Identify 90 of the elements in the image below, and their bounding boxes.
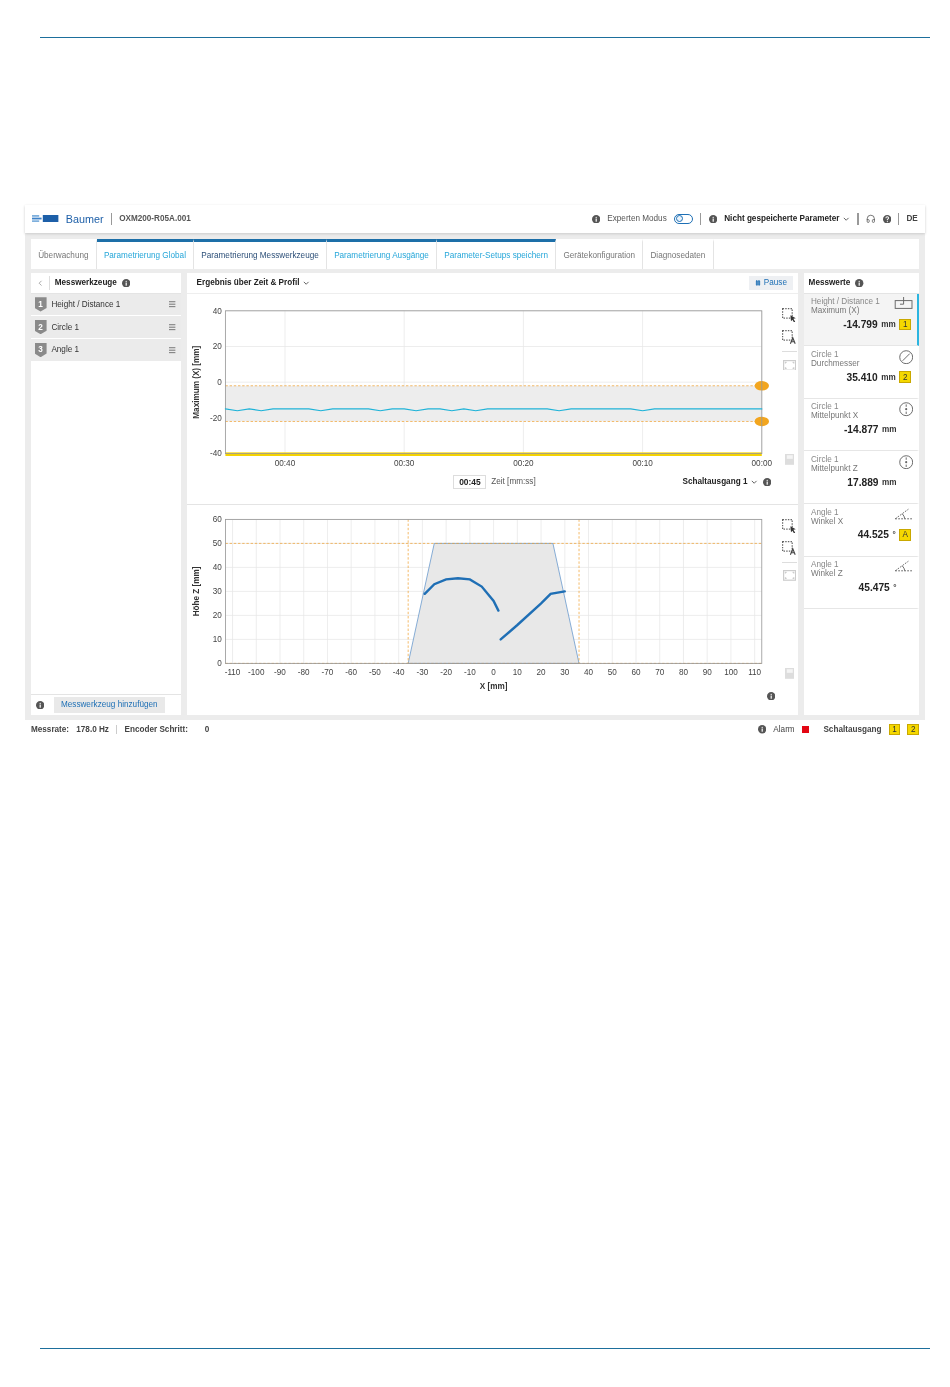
expert-mode-label: Experten Modus <box>607 214 667 224</box>
axis-label: Maximum (X) [mm] <box>192 345 201 419</box>
axis-tick-label: -40 <box>392 667 405 677</box>
axis-tick-label: -40 <box>210 448 222 458</box>
axis-tick-label: 00:40 <box>274 458 296 468</box>
rate-value: 178.0 Hz <box>76 724 109 734</box>
output-badge: 1 <box>888 723 901 736</box>
axis-tick-label: 0 <box>491 667 496 677</box>
unit: mm <box>881 320 896 330</box>
time-value: 00:45 <box>453 474 487 490</box>
measured-value: 44.525 <box>857 529 889 541</box>
panel-title: Messwerte <box>808 278 851 288</box>
axis-tick-label: 00:20 <box>513 458 534 468</box>
axis-tick-label: 110 <box>748 667 762 677</box>
tool-name: Height / Distance 1 <box>51 299 121 309</box>
measured-value: -14.799 <box>843 319 878 331</box>
output-badge: 2 <box>907 723 919 736</box>
axis-tick-label: 30 <box>212 586 222 596</box>
axis-tick-label: 80 <box>678 667 688 677</box>
axis-tick-label: -100 <box>248 667 265 677</box>
measure-name: Mittelpunkt X <box>811 411 859 421</box>
axis-label: Zeit [mm:ss] <box>491 477 536 487</box>
axis-tick-label: -80 <box>297 667 310 677</box>
axis-tick-label: -20 <box>210 413 222 423</box>
axis-label: Höhe Z [mm] <box>192 566 201 616</box>
axis-tick-label: -20 <box>440 667 452 677</box>
axis-tick-label: 40 <box>212 306 222 316</box>
measure-name: Durchmesser <box>811 358 860 368</box>
tool-name: Angle 1 <box>811 507 839 517</box>
axis-tick-label: 20 <box>212 341 222 351</box>
tool-name: Circle 1 <box>51 322 80 332</box>
measured-value: 35.410 <box>846 371 878 383</box>
device-name: OXM200-R05A.001 <box>119 214 191 224</box>
axis-tick-label: 60 <box>212 514 222 524</box>
tool-name: Circle 1 <box>811 454 840 464</box>
unit: mm <box>882 477 897 487</box>
axis-label: X [mm] <box>479 681 508 691</box>
panel-title: Messwerkzeuge <box>54 278 117 288</box>
axis-tick-label: -10 <box>464 667 476 677</box>
encoder-label: Encoder Schritt: <box>124 724 188 734</box>
axis-tick-label: 40 <box>212 562 222 572</box>
tool-number: 2 <box>34 319 47 335</box>
axis-tick-label: -90 <box>274 667 286 677</box>
axis-tick-label: -30 <box>416 667 429 677</box>
output-badge: A <box>899 529 911 541</box>
unit: mm <box>882 424 897 434</box>
tool-name: Angle 1 <box>51 345 80 355</box>
axis-tick-label: 70 <box>655 667 665 677</box>
tool-name: Circle 1 <box>811 402 839 412</box>
measure-name: Maximum (X) <box>811 306 860 316</box>
axis-tick-label: 00:10 <box>632 458 653 468</box>
axis-tick-label: -60 <box>345 667 358 677</box>
alarm-label: Alarm <box>773 724 795 734</box>
tool-name: Height / Distance 1 <box>811 297 880 307</box>
axis-tick-label: 50 <box>607 667 617 677</box>
tool-number: 1 <box>34 297 47 312</box>
axis-tick-label: -110 <box>224 667 241 677</box>
axis-tick-label: 10 <box>212 634 222 644</box>
axis-tick-label: 00:00 <box>751 458 772 468</box>
axis-tick-label: 10 <box>512 667 522 677</box>
unit: mm <box>881 372 896 382</box>
axis-tick-label: 100 <box>724 667 738 677</box>
measured-value: 45.475 <box>858 581 890 593</box>
axis-tick-label: 20 <box>536 667 546 677</box>
axis-tick-label: 90 <box>702 667 712 677</box>
outputs-label: Schaltausgang <box>823 724 882 734</box>
logo-text: Baumer <box>65 212 104 225</box>
axis-tick-label: 60 <box>631 667 641 677</box>
tool-name: Angle 1 <box>811 560 839 570</box>
axis-tick-label: 30 <box>560 667 570 677</box>
axis-tick-label: 20 <box>212 610 222 620</box>
axis-tick-label: -70 <box>321 667 334 677</box>
tool-name: Circle 1 <box>811 349 840 359</box>
axis-tick-label: -50 <box>369 667 381 677</box>
tool-number: 3 <box>34 342 47 358</box>
axis-tick-label: 0 <box>217 658 222 668</box>
rate-label: Messrate: <box>31 724 70 734</box>
unit: ° <box>893 582 897 592</box>
measured-value: 17.889 <box>847 476 879 488</box>
measure-name: Mittelpunkt Z <box>811 463 858 473</box>
output-badge: 1 <box>899 318 911 331</box>
measure-name: Winkel Z <box>811 569 843 579</box>
unit: ° <box>892 530 896 540</box>
axis-tick-label: 00:30 <box>394 458 415 468</box>
encoder-value: 0 <box>204 724 210 734</box>
output-badge: 2 <box>899 371 911 383</box>
axis-tick-label: 40 <box>584 667 594 677</box>
measured-value: -14.877 <box>843 423 879 435</box>
axis-tick-label: 50 <box>212 538 222 548</box>
axis-tick-label: 0 <box>217 377 222 387</box>
